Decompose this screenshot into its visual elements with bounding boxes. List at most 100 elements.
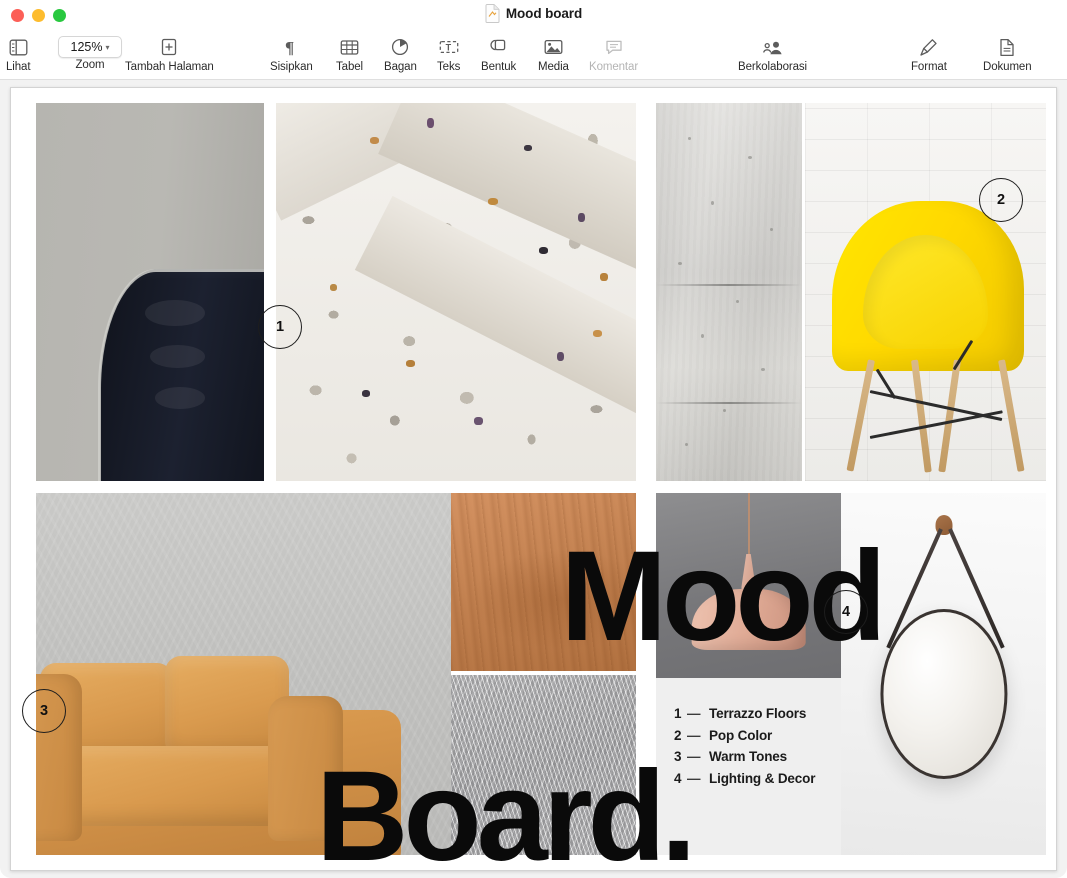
legend-number: 2 <box>674 727 682 743</box>
comment-badge-number: 3 <box>39 703 49 719</box>
toolbar-label-berkolaborasi: Berkolaborasi <box>738 61 808 73</box>
image-wood-grain[interactable] <box>451 493 636 671</box>
legend-item: 2 — Pop Color <box>674 728 815 743</box>
toolbar-label-tabel: Tabel <box>336 61 363 73</box>
legend-label: Lighting & Decor <box>709 770 816 786</box>
toolbar-label-media: Media <box>538 61 569 73</box>
image-dark-leather-chair[interactable] <box>36 103 264 481</box>
document-canvas[interactable]: 1 — Terrazzo Floors 2 — Pop Color 3 — Wa… <box>0 80 1067 878</box>
dark-chair-artwork <box>36 103 264 481</box>
pages-document-icon <box>485 4 500 23</box>
mirror-artwork <box>841 493 1046 855</box>
legend-dash: — <box>687 727 701 743</box>
window-controls <box>11 9 66 22</box>
window-title: Mood board <box>505 6 583 21</box>
shape-icon <box>489 34 508 60</box>
toolbar-label-bentuk: Bentuk <box>481 61 517 73</box>
sidebar-icon <box>9 34 28 60</box>
sofa-artwork <box>36 493 451 855</box>
toolbar-button-bagan[interactable]: Bagan <box>384 34 417 73</box>
moodboard-legend-panel: 1 — Terrazzo Floors 2 — Pop Color 3 — Wa… <box>656 678 841 855</box>
legend-item: 1 — Terrazzo Floors <box>674 706 815 721</box>
legend-dash: — <box>687 770 701 786</box>
window-title-group: Mood board <box>0 4 1067 23</box>
toolbar-button-teks[interactable]: T Teks <box>437 34 460 73</box>
document-icon <box>999 34 1015 60</box>
toolbar-button-format[interactable]: Format <box>911 34 947 73</box>
legend-label: Pop Color <box>709 727 773 743</box>
maximize-window-button[interactable] <box>53 9 66 22</box>
legend-number: 4 <box>674 770 682 786</box>
toolbar-label-teks: Teks <box>437 61 461 73</box>
svg-text:¶: ¶ <box>285 38 294 56</box>
toolbar-button-tambah-halaman[interactable]: Tambah Halaman <box>125 34 214 73</box>
collaborate-icon <box>762 34 784 60</box>
toolbar-button-berkolaborasi[interactable]: Berkolaborasi <box>738 34 807 73</box>
toolbar-label-dokumen: Dokumen <box>983 61 1032 73</box>
toolbar-button-lihat[interactable]: Lihat <box>6 34 31 73</box>
legend-number: 1 <box>674 706 682 721</box>
legend-list: 1 — Terrazzo Floors 2 — Pop Color 3 — Wa… <box>674 706 816 786</box>
legend-item: 3 — Warm Tones <box>674 749 815 764</box>
text-box-icon: T <box>439 34 459 60</box>
fur-artwork <box>451 675 636 855</box>
terrazzo-artwork <box>276 103 636 481</box>
legend-dash: — <box>687 749 701 764</box>
toolbar-label-tambah-halaman: Tambah Halaman <box>125 61 214 73</box>
toolbar-button-tabel[interactable]: Tabel <box>336 34 363 73</box>
toolbar-label-komentar: Komentar <box>589 61 639 73</box>
pages-app-window: Mood board Lihat 125% ▾ Zoom Tambah Hala… <box>0 0 1067 878</box>
image-pendant-lamp[interactable] <box>656 493 841 678</box>
comment-badge-1[interactable]: 1 <box>258 305 302 349</box>
image-yellow-chair[interactable] <box>805 103 1046 481</box>
image-concrete-wall[interactable] <box>656 103 802 481</box>
image-round-hanging-mirror[interactable] <box>841 493 1046 855</box>
toolbar-button-dokumen[interactable]: Dokumen <box>983 34 1032 73</box>
pilcrow-icon: ¶ <box>283 34 299 60</box>
legend-item: 4 — Lighting & Decor <box>674 770 816 786</box>
table-icon <box>340 34 359 60</box>
image-terrazzo-slab[interactable] <box>276 103 636 481</box>
zoom-popup-button[interactable]: 125% ▾ <box>58 36 122 58</box>
document-page[interactable]: 1 — Terrazzo Floors 2 — Pop Color 3 — Wa… <box>10 87 1057 871</box>
svg-text:T: T <box>445 43 451 53</box>
chevron-down-icon: ▾ <box>105 42 110 52</box>
comment-badge-number: 4 <box>841 604 851 620</box>
toolbar-label-sisipkan: Sisipkan <box>270 61 313 73</box>
media-photo-icon <box>544 34 563 60</box>
wood-artwork <box>451 493 636 671</box>
comment-badge-3[interactable]: 3 <box>22 689 66 733</box>
toolbar-zoom-control[interactable]: 125% ▾ Zoom <box>58 34 122 71</box>
comment-badge-number: 1 <box>275 319 285 335</box>
comment-badge-4[interactable]: 4 <box>824 590 868 634</box>
comment-icon <box>605 34 623 60</box>
toolbar-button-bentuk[interactable]: Bentuk <box>481 34 516 73</box>
toolbar-label-bagan: Bagan <box>384 61 417 73</box>
comment-badge-number: 2 <box>996 192 1006 208</box>
toolbar-button-media[interactable]: Media <box>538 34 569 73</box>
moodboard-image-grid: 1 — Terrazzo Floors 2 — Pop Color 3 — Wa… <box>24 103 1046 855</box>
toolbar-button-sisipkan[interactable]: ¶ Sisipkan <box>270 34 313 73</box>
add-page-icon <box>160 34 178 60</box>
comment-badge-2[interactable]: 2 <box>979 178 1023 222</box>
legend-dash: — <box>687 706 701 721</box>
format-brush-icon <box>919 34 938 60</box>
legend-label: Terrazzo Floors <box>709 706 807 721</box>
app-toolbar: Lihat 125% ▾ Zoom Tambah Halaman ¶ Sisip… <box>0 32 1067 80</box>
image-grey-fur-rug[interactable] <box>451 675 636 855</box>
chart-icon <box>391 34 409 60</box>
toolbar-label-zoom: Zoom <box>75 59 105 71</box>
minimize-window-button[interactable] <box>32 9 45 22</box>
toolbar-label-format: Format <box>911 61 947 73</box>
close-window-button[interactable] <box>11 9 24 22</box>
concrete-artwork <box>656 103 802 481</box>
toolbar-label-lihat: Lihat <box>6 61 31 73</box>
toolbar-button-komentar[interactable]: Komentar <box>589 34 638 73</box>
image-tan-leather-sofa[interactable] <box>36 493 451 855</box>
legend-number: 3 <box>674 749 682 764</box>
zoom-value: 125% <box>70 40 103 54</box>
yellow-chair-artwork <box>805 103 1046 481</box>
window-titlebar: Mood board <box>0 0 1067 32</box>
legend-label: Warm Tones <box>709 749 788 764</box>
lamp-artwork <box>656 493 841 678</box>
